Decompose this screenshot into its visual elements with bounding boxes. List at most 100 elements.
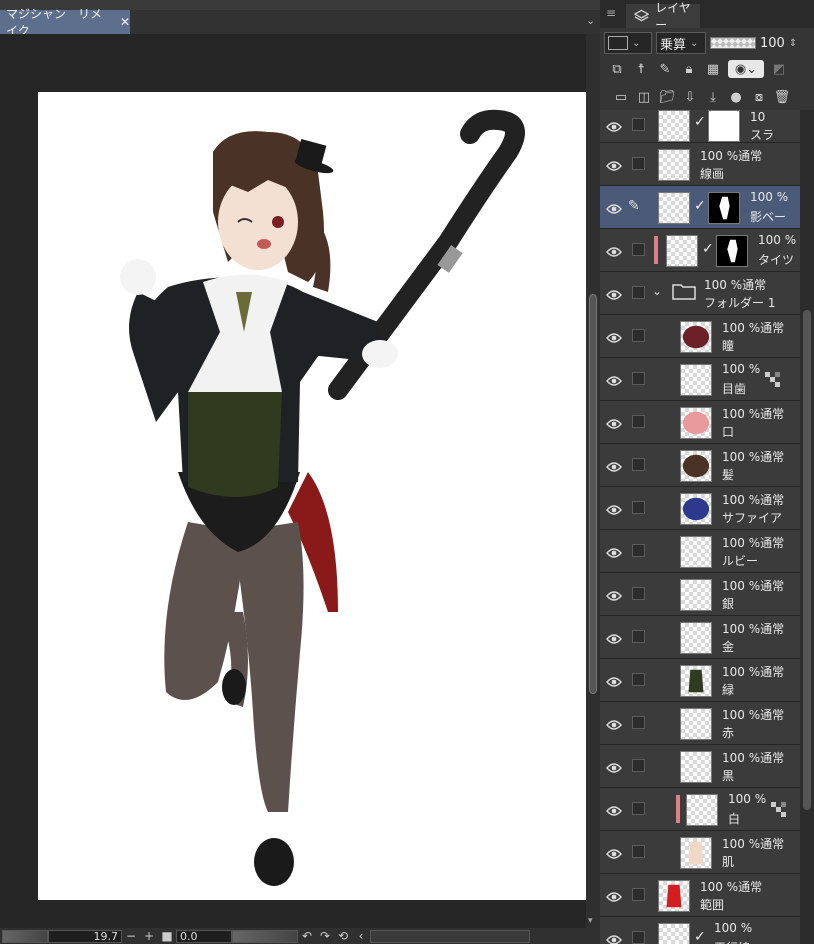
opacity-value[interactable]: 100 (760, 36, 785, 51)
layer-checkbox[interactable] (632, 286, 645, 299)
layer-row[interactable]: 100 %通常赤 (600, 702, 800, 745)
opacity-stepper-icon[interactable]: ⇕ (789, 38, 797, 49)
eye-icon[interactable] (606, 372, 622, 386)
layer-checkbox[interactable] (632, 802, 645, 815)
layer-row[interactable]: 100 %通常瞳 (600, 315, 800, 358)
navigator-slider[interactable] (2, 929, 48, 943)
layer-checkbox[interactable] (632, 888, 645, 901)
eye-icon[interactable] (606, 716, 622, 730)
chevron-down-icon[interactable]: ⌄ (586, 14, 595, 27)
layer-row[interactable]: ✓ 10 スラ (600, 110, 800, 143)
eye-icon[interactable] (606, 845, 622, 859)
eye-icon[interactable] (606, 630, 622, 644)
layer-list-scrollbar[interactable] (800, 110, 814, 944)
layer-checkbox[interactable] (632, 759, 645, 772)
mask-link-icon[interactable]: ✓ (694, 198, 706, 214)
fit-button[interactable]: ■ (158, 929, 176, 943)
eye-icon[interactable] (606, 200, 622, 214)
reference-layer-icon[interactable]: ☨ (632, 60, 650, 78)
layer-row[interactable]: ✎ ✓ 100 % 影ベー (600, 186, 800, 229)
new-raster-layer-icon[interactable]: ▭ (612, 88, 630, 106)
eye-icon[interactable] (606, 587, 622, 601)
zoom-out-button[interactable]: − (122, 929, 140, 943)
scroll-left-icon[interactable]: ‹ (352, 929, 370, 943)
layer-checkbox[interactable] (632, 587, 645, 600)
rotation-field[interactable]: 0.0 (176, 929, 232, 943)
layer-row[interactable]: 100 %通常髪 (600, 444, 800, 487)
trash-icon[interactable]: 🗑︎ (773, 88, 791, 106)
layer-checkbox[interactable] (632, 415, 645, 428)
eye-icon[interactable] (606, 243, 622, 257)
scrollbar-thumb[interactable] (803, 310, 811, 810)
layer-row[interactable]: 100 %通常 サファイア (600, 487, 800, 530)
tab-layers[interactable]: レイヤー (626, 1, 700, 32)
layer-checkbox[interactable] (632, 845, 645, 858)
combine-to-lower-icon[interactable]: ⤓ (704, 88, 722, 106)
lock-icon[interactable]: 🔒︎ (680, 60, 698, 78)
mask-area-icon[interactable]: ◩ (770, 60, 788, 78)
eye-icon[interactable] (606, 759, 622, 773)
layer-row[interactable]: 100 %通常緑 (600, 659, 800, 702)
layer-row[interactable]: 100 % 目歯 (600, 358, 800, 401)
layer-folder-row[interactable]: ⌄ 100 %通常 フォルダー 1 (600, 272, 800, 315)
layer-mask-thumbnail[interactable] (708, 192, 740, 224)
eye-icon[interactable] (606, 888, 622, 902)
layer-checkbox[interactable] (632, 372, 645, 385)
eye-icon[interactable] (606, 157, 622, 171)
zoom-in-button[interactable]: + (140, 929, 158, 943)
blend-mode-dropdown[interactable]: 乗算 ⌄ (656, 32, 706, 54)
layer-checkbox[interactable] (632, 630, 645, 643)
mask-link-icon[interactable]: ✓ (694, 929, 706, 944)
eye-icon[interactable] (606, 118, 622, 132)
layer-checkbox[interactable] (632, 157, 645, 170)
layer-row[interactable]: 100 % 白 (600, 788, 800, 831)
layer-row[interactable]: ✓ 100 % 平行線 (600, 917, 800, 944)
rotate-right-icon[interactable]: ↷ (316, 929, 334, 943)
layer-checkbox[interactable] (632, 458, 645, 471)
layer-checkbox[interactable] (632, 544, 645, 557)
scrollbar-thumb[interactable] (589, 294, 597, 694)
layer-checkbox[interactable] (632, 501, 645, 514)
layer-checkbox[interactable] (632, 716, 645, 729)
create-mask-icon[interactable]: ● (727, 88, 745, 106)
reset-rotation-icon[interactable]: ⟲ (334, 929, 352, 943)
clip-lower-layer-icon[interactable]: ⧉ (608, 60, 626, 78)
lock-transparency-icon[interactable]: ▦ (704, 60, 722, 78)
layer-row[interactable]: 100 %通常黒 (600, 745, 800, 788)
close-icon[interactable]: ✕ (120, 15, 130, 29)
rotate-left-icon[interactable]: ↶ (298, 929, 316, 943)
layer-checkbox[interactable] (632, 931, 645, 944)
horizontal-scrollbar[interactable] (370, 929, 530, 943)
eye-icon[interactable] (606, 802, 622, 816)
new-folder-icon[interactable]: 📁︎ (658, 88, 676, 106)
eye-icon[interactable] (606, 544, 622, 558)
layer-row[interactable]: 100 %通常銀 (600, 573, 800, 616)
eye-icon[interactable] (606, 501, 622, 515)
chevron-down-icon[interactable]: ⌄ (652, 284, 662, 298)
eye-icon[interactable] (606, 458, 622, 472)
panel-menu-icon[interactable]: ≡ (606, 6, 616, 20)
canvas-paper[interactable] (38, 92, 586, 900)
layer-row[interactable]: 100 %通常金 (600, 616, 800, 659)
layer-checkbox[interactable] (632, 118, 645, 131)
eye-icon[interactable] (606, 329, 622, 343)
canvas-vertical-scrollbar[interactable]: ▾ (586, 34, 600, 928)
opacity-slider[interactable] (710, 37, 756, 49)
layer-row[interactable]: 100 %通常口 (600, 401, 800, 444)
layer-checkbox[interactable] (632, 243, 645, 256)
layer-list[interactable]: ✓ 10 スラ 100 %通常 線画 ✎ ✓ 100 % 影ベー ✓ 100 % タイツ ⌄ 100 %通… (600, 110, 800, 944)
layer-row[interactable]: 100 %通常 範囲 (600, 874, 800, 917)
layer-row[interactable]: 100 %通常 ルビー (600, 530, 800, 573)
layer-checkbox[interactable] (632, 673, 645, 686)
new-vector-layer-icon[interactable]: ◫ (635, 88, 653, 106)
draft-layer-icon[interactable]: ✎ (656, 60, 674, 78)
eye-icon[interactable] (606, 673, 622, 687)
mask-link-icon[interactable]: ✓ (702, 241, 714, 257)
layer-row[interactable]: 100 %通常 線画 (600, 143, 800, 186)
layer-checkbox[interactable] (632, 329, 645, 342)
rotation-slider[interactable] (232, 929, 298, 943)
apply-mask-icon[interactable]: ⧇ (750, 88, 768, 106)
layer-color-dropdown[interactable]: ⌄ (604, 32, 652, 54)
mask-enable-icon[interactable]: ◉⌄ (728, 60, 764, 78)
zoom-field[interactable]: 19.7 (48, 929, 122, 943)
